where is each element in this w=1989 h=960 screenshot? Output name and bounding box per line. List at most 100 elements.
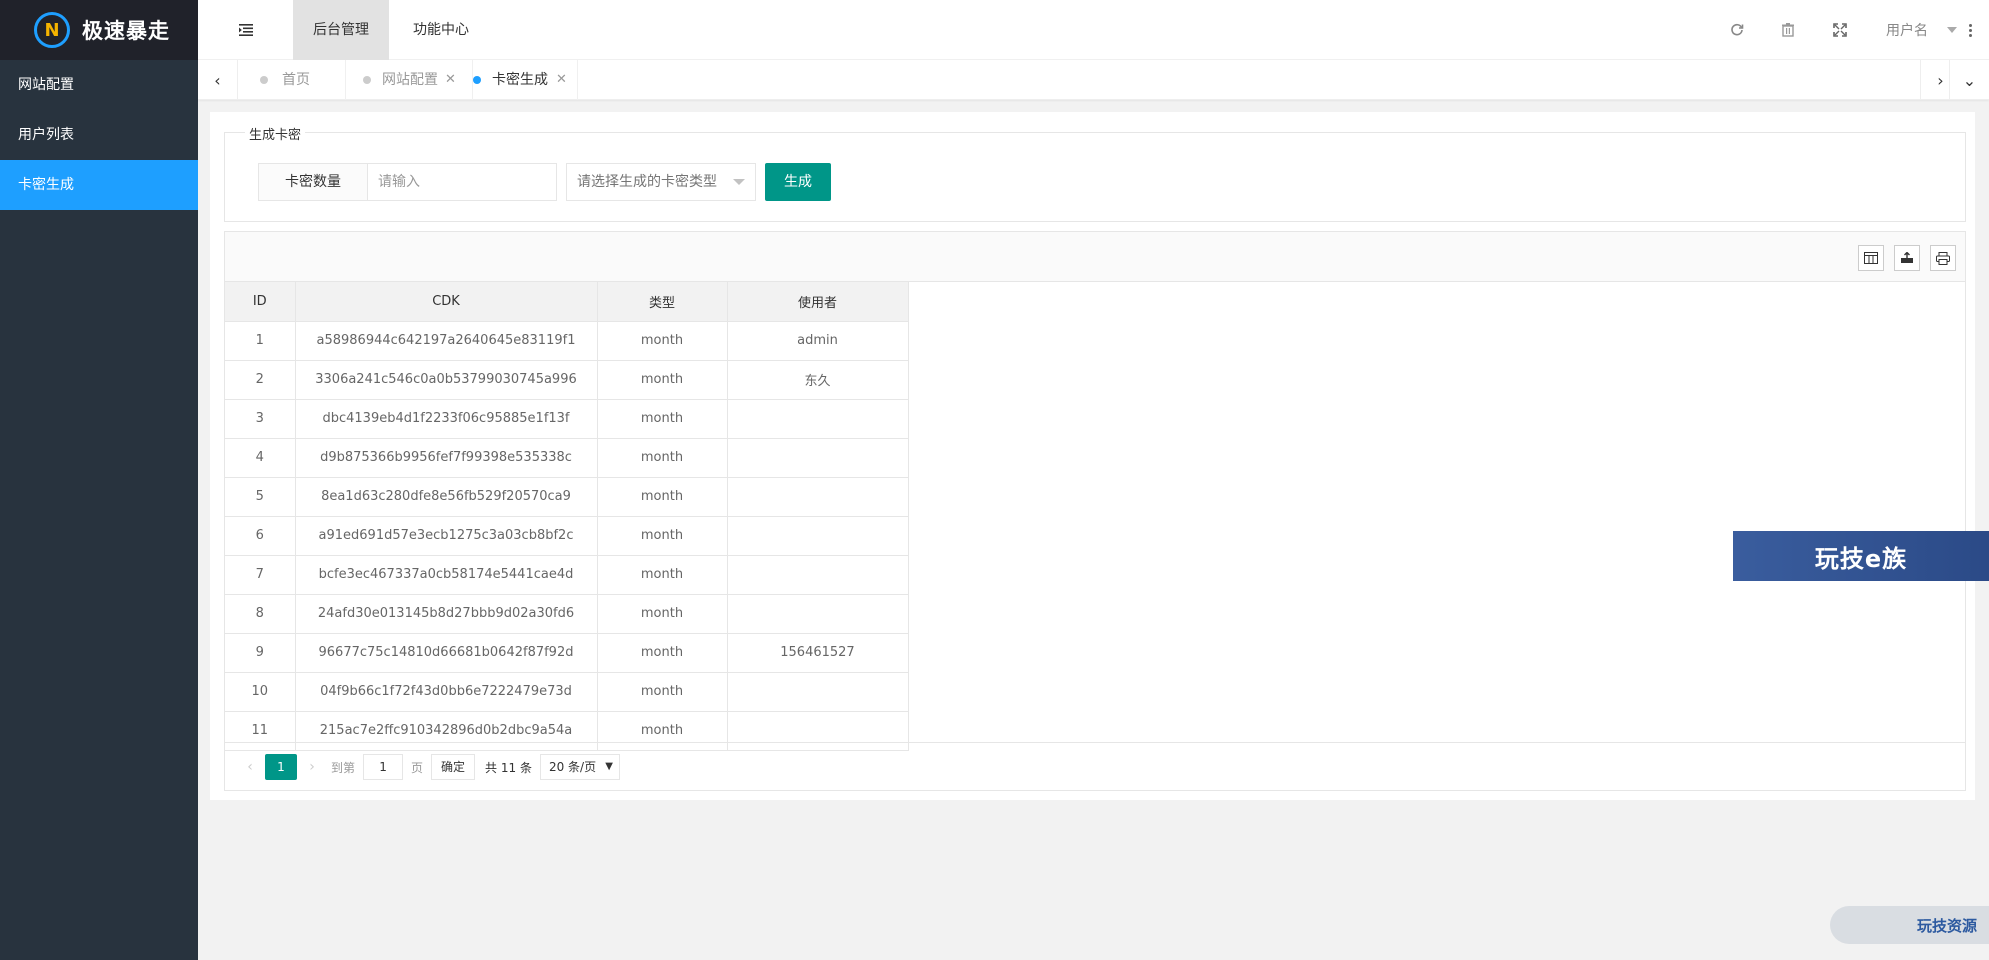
cell-id: 6 — [225, 515, 296, 556]
chevron-down-icon[interactable] — [1947, 27, 1957, 33]
page-tab-label: 卡密生成 — [492, 72, 548, 88]
page-tab-label: 首页 — [282, 72, 310, 88]
sidebar-item-user-list[interactable]: 用户列表 — [0, 110, 198, 160]
tab-function-center[interactable]: 功能中心 — [393, 0, 489, 60]
top-header: 后台管理 功能中心 用户名 — [198, 0, 1989, 60]
chevron-left-icon[interactable]: ‹ — [198, 60, 238, 100]
cell-type: month — [596, 359, 728, 400]
cell-id: 9 — [225, 632, 296, 673]
total-count: 共 11 条 — [485, 760, 532, 775]
table-row[interactable]: 3 dbc4139eb4d1f2233f06c95885e1f13f month — [225, 398, 909, 439]
cell-cdk: 24afd30e013145b8d27bbb9d02a30fd6 — [294, 593, 598, 634]
tab-dot-icon — [363, 76, 371, 84]
card-table-container: ID CDK 类型 使用者 1 a58986944c642197a2640645e… — [224, 231, 1966, 791]
tab-backend-admin[interactable]: 后台管理 — [293, 0, 389, 60]
close-icon[interactable]: ✕ — [445, 60, 456, 100]
brand-logo[interactable]: N 极速暴走 — [0, 0, 198, 60]
columns-icon[interactable] — [1858, 245, 1884, 271]
cell-id: 1 — [225, 320, 296, 361]
trash-icon[interactable] — [1778, 20, 1798, 40]
page-size-select[interactable]: 20 条/页 — [539, 754, 620, 780]
cell-user — [726, 671, 909, 712]
tab-dot-icon — [260, 76, 268, 84]
cell-type: month — [596, 320, 728, 361]
cell-type: month — [596, 515, 728, 556]
table-row[interactable]: 6 a91ed691d57e3ecb1275c3a03cb8bf2c month — [225, 515, 909, 556]
tab-dot-icon — [473, 76, 481, 84]
main-content: 生成卡密 卡密数量 请选择生成的卡密类型 生成 ID CD — [210, 112, 1975, 800]
table-row[interactable]: 1 a58986944c642197a2640645e83119f1 month ad… — [225, 320, 909, 361]
table-row[interactable]: 8 24afd30e013145b8d27bbb9d02a30fd6 month — [225, 593, 909, 634]
cell-cdk: 8ea1d63c280dfe8e56fb529f20570ca9 — [294, 476, 598, 517]
card-type-select[interactable]: 请选择生成的卡密类型 — [566, 163, 756, 201]
column-header-id[interactable]: ID — [225, 282, 296, 322]
close-icon[interactable]: ✕ — [556, 60, 567, 100]
cell-type: month — [596, 437, 728, 478]
column-header-user[interactable]: 使用者 — [726, 282, 909, 322]
page-tab-site-config[interactable]: 网站配置 ✕ — [346, 60, 473, 100]
cell-id: 2 — [225, 359, 296, 400]
column-header-cdk[interactable]: CDK — [294, 282, 598, 322]
table-row[interactable]: 5 8ea1d63c280dfe8e56fb529f20570ca9 month — [225, 476, 909, 517]
column-header-type[interactable]: 类型 — [596, 282, 728, 322]
goto-page-input[interactable] — [363, 754, 404, 780]
card-count-input[interactable] — [367, 163, 557, 201]
page-tab-label: 网站配置 — [382, 72, 438, 88]
cell-type: month — [596, 593, 728, 634]
cell-id: 3 — [225, 398, 296, 439]
fullscreen-icon[interactable] — [1830, 20, 1850, 40]
table-row[interactable]: 10 04f9b66c1f72f43d0bb6e7222479e73d month — [225, 671, 909, 712]
pagination: ‹ 1 › 到第 页 确定 共 11 条 20 条/页 — [225, 742, 1965, 791]
table-row[interactable]: 2 3306a241c546c0a0b53799030745a996 month 东久 — [225, 359, 909, 400]
current-page[interactable]: 1 — [265, 754, 297, 780]
refresh-icon[interactable] — [1727, 20, 1747, 40]
cell-user: 156461527 — [726, 632, 909, 673]
sidebar-item-card-generate[interactable]: 卡密生成 — [0, 160, 198, 210]
next-page-icon[interactable]: › — [297, 759, 327, 775]
cell-cdk: a58986944c642197a2640645e83119f1 — [294, 320, 598, 361]
cell-cdk: bcfe3ec467337a0cb58174e5441cae4d — [294, 554, 598, 595]
cell-cdk: 3306a241c546c0a0b53799030745a996 — [294, 359, 598, 400]
page-tab-card-generate[interactable]: 卡密生成 ✕ — [473, 60, 578, 100]
sidebar-item-site-config[interactable]: 网站配置 — [0, 60, 198, 110]
cell-id: 10 — [225, 671, 296, 712]
cell-user — [726, 554, 909, 595]
more-vertical-icon[interactable] — [1965, 20, 1975, 40]
generate-form-legend: 生成卡密 — [245, 124, 306, 143]
cell-user — [726, 593, 909, 634]
goto-confirm-button[interactable]: 确定 — [431, 754, 476, 780]
print-icon[interactable] — [1930, 245, 1956, 271]
cell-user — [726, 515, 909, 556]
chevron-down-icon[interactable]: ⌄ — [1949, 60, 1989, 100]
cell-cdk: dbc4139eb4d1f2233f06c95885e1f13f — [294, 398, 598, 439]
menu-fold-icon[interactable] — [236, 20, 256, 40]
goto-label: 到第 — [331, 760, 356, 775]
watermark-banner: 玩技e族 — [1733, 531, 1989, 581]
user-name[interactable]: 用户名 — [1886, 20, 1928, 40]
page-tab-bar: ‹ 首页 网站配置 ✕ 卡密生成 ✕ › ⌄ — [198, 60, 1989, 100]
table-row[interactable]: 7 bcfe3ec467337a0cb58174e5441cae4d month — [225, 554, 909, 595]
cell-cdk: 96677c75c14810d66681b0642f87f92d — [294, 632, 598, 673]
table-row[interactable]: 9 96677c75c14810d66681b0642f87f92d month 15… — [225, 632, 909, 673]
cell-id: 5 — [225, 476, 296, 517]
cell-user: 东久 — [726, 359, 909, 400]
brand-name: 极速暴走 — [82, 19, 170, 43]
export-icon[interactable] — [1894, 245, 1920, 271]
page-tab-home[interactable]: 首页 — [260, 60, 346, 100]
table-row[interactable]: 4 d9b875366b9956fef7f99398e535338c month — [225, 437, 909, 478]
cell-type: month — [596, 632, 728, 673]
cell-id: 7 — [225, 554, 296, 595]
generate-button[interactable]: 生成 — [765, 163, 831, 201]
sidebar: N 极速暴走 网站配置 用户列表 卡密生成 — [0, 0, 198, 960]
card-type-placeholder: 请选择生成的卡密类型 — [577, 174, 717, 190]
cell-cdk: d9b875366b9956fef7f99398e535338c — [294, 437, 598, 478]
cell-user — [726, 476, 909, 517]
card-table: ID CDK 类型 使用者 1 a58986944c642197a2640645e… — [225, 282, 909, 751]
prev-page-icon[interactable]: ‹ — [235, 759, 265, 775]
table-header-row: ID CDK 类型 使用者 — [225, 282, 909, 322]
caret-down-icon — [733, 179, 745, 185]
watermark-pill: 玩技资源 — [1830, 906, 1989, 944]
table-toolbar — [225, 232, 1965, 282]
cell-id: 8 — [225, 593, 296, 634]
page-unit-label: 页 — [411, 760, 424, 775]
